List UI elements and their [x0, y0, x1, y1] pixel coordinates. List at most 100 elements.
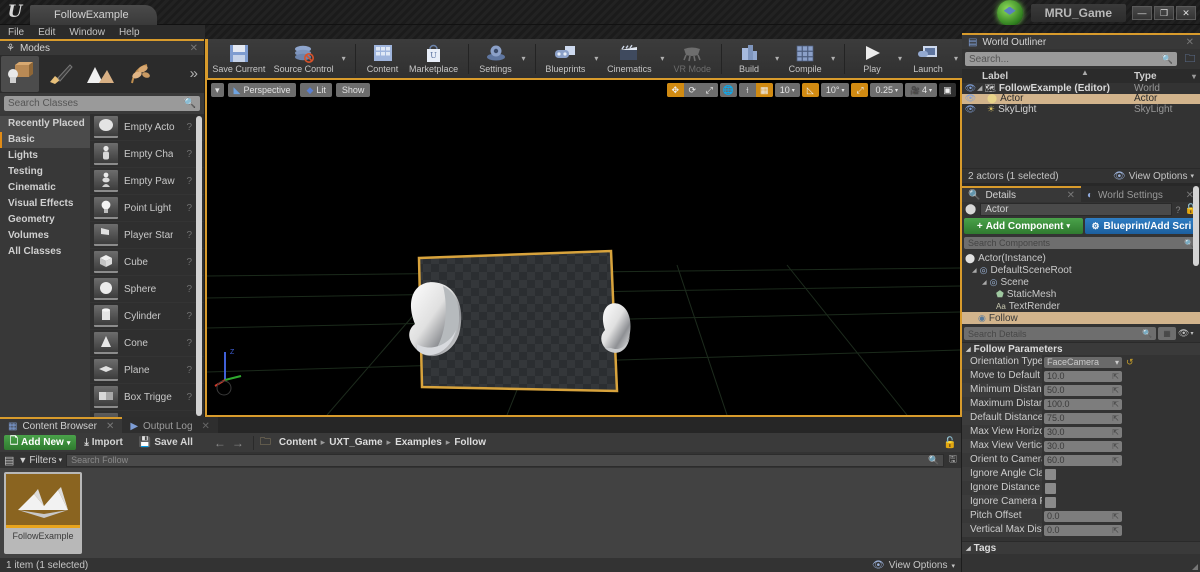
component-row-text-render[interactable]: Aa TextRender	[962, 300, 1200, 312]
world-outliner-tab[interactable]: ▤ World Outliner ✕	[962, 33, 1200, 49]
paint-mode-icon[interactable]	[41, 56, 79, 92]
translate-tool-icon[interactable]: ✥	[667, 83, 684, 97]
help-icon[interactable]: ?	[186, 284, 192, 295]
help-icon[interactable]: ?	[186, 311, 192, 322]
expander-icon[interactable]: ◢	[982, 279, 987, 286]
menu-item-window[interactable]: Window	[69, 27, 105, 38]
category-visual-effects[interactable]: Visual Effects	[0, 196, 90, 212]
category-cinematic[interactable]: Cinematic	[0, 180, 90, 196]
blueprints-button[interactable]: Blueprints	[540, 39, 590, 78]
list-item[interactable]: Cube ?	[90, 249, 204, 276]
component-row-static-mesh[interactable]: ⬟ StaticMesh	[962, 288, 1200, 300]
spinner-icon[interactable]: ⇱	[1112, 399, 1119, 410]
help-icon[interactable]: ?	[186, 257, 192, 268]
close-icon[interactable]: ✕	[1186, 37, 1194, 48]
spinner-icon[interactable]: ⇱	[1112, 427, 1119, 438]
list-item[interactable]: Sphere ?	[90, 276, 204, 303]
menu-item-edit[interactable]: Edit	[38, 27, 55, 38]
breadcrumb-examples[interactable]: Examples	[391, 437, 446, 448]
help-icon[interactable]: ?	[186, 176, 192, 187]
save-current-button[interactable]: Save Current	[208, 39, 270, 78]
help-icon[interactable]: ?	[186, 365, 192, 376]
outliner-row-actor[interactable]: 👁 ⬤ Actor Actor	[962, 94, 1200, 105]
rotate-tool-icon[interactable]: ⟳	[684, 83, 701, 97]
details-scrollbar[interactable]	[1193, 186, 1199, 266]
asset-tile-followexample[interactable]: FollowExample	[4, 472, 82, 554]
close-icon[interactable]: ✕	[202, 421, 210, 432]
category-testing[interactable]: Testing	[0, 164, 90, 180]
details-view-options[interactable]: 👁 ▾	[1178, 328, 1198, 339]
angle-snap-value[interactable]: 10° ▾	[821, 83, 850, 97]
list-item[interactable]: Box Trigge ?	[90, 384, 204, 411]
menu-item-file[interactable]: File	[8, 27, 24, 38]
spinner-icon[interactable]: ⇱	[1112, 455, 1119, 466]
outliner-column-label[interactable]: Label	[982, 71, 1008, 82]
spinner-icon[interactable]: ⇱	[1112, 385, 1119, 396]
play-button[interactable]: Play	[850, 39, 894, 78]
category-lights[interactable]: Lights	[0, 148, 90, 164]
back-button[interactable]: ←	[211, 436, 229, 450]
scale-snap-icon[interactable]: ⤢	[851, 83, 868, 97]
minimize-button[interactable]: —	[1132, 6, 1152, 20]
category-basic[interactable]: Basic	[0, 132, 90, 148]
list-item[interactable]: Player Star ?	[90, 222, 204, 249]
outliner-view-options[interactable]: 👁 View Options ▾	[1113, 171, 1194, 182]
max-view-vertical-input[interactable]: 30.0 ⇱	[1044, 441, 1122, 452]
max-view-horizontal-input[interactable]: 30.0 ⇱	[1044, 427, 1122, 438]
expander-icon[interactable]: ◢	[977, 84, 982, 92]
breadcrumb-content[interactable]: Content	[275, 437, 321, 448]
blueprint-add-script-button[interactable]: ⚙ Blueprint/Add Scri	[1085, 218, 1198, 234]
scale-snap-value[interactable]: 0.25 ▾	[870, 83, 903, 97]
visibility-eye-icon[interactable]: 👁	[964, 83, 977, 94]
outliner-column-type[interactable]: Type	[1134, 71, 1157, 82]
tab-details[interactable]: 🔍 Details ✕	[962, 186, 1081, 202]
grid-view-icon[interactable]: ▦	[1158, 327, 1176, 340]
tags-section-header[interactable]: ◢ Tags	[962, 541, 1200, 554]
add-component-button[interactable]: + Add Component ▾	[964, 218, 1083, 234]
move-to-default-distance-input[interactable]: 10.0 ⇱	[1044, 371, 1122, 382]
help-icon[interactable]: ?	[1176, 205, 1181, 215]
foliage-mode-icon[interactable]	[121, 56, 159, 92]
spinner-icon[interactable]: ⇱	[1112, 371, 1119, 382]
outliner-row-skylight[interactable]: 👁 ☀ SkyLight SkyLight	[962, 104, 1200, 115]
compile-button[interactable]: Compile	[783, 39, 827, 78]
minimum-distance-input[interactable]: 50.0 ⇱	[1044, 385, 1122, 396]
close-icon[interactable]: ✕	[190, 43, 198, 54]
category-volumes[interactable]: Volumes	[0, 228, 90, 244]
filters-button[interactable]: ▼ Filters ▾	[18, 455, 62, 466]
category-geometry[interactable]: Geometry	[0, 212, 90, 228]
breadcrumb-uxt-game[interactable]: UXT_Game	[325, 437, 386, 448]
help-icon[interactable]: ?	[186, 149, 192, 160]
list-item[interactable]: Empty Acto ?	[90, 114, 204, 141]
placeable-items-scrollbar[interactable]	[196, 116, 202, 416]
outliner-row-world[interactable]: 👁 ◢ 🗺 FollowExample (Editor) World	[962, 83, 1200, 94]
reset-to-default-icon[interactable]: ↺	[1126, 357, 1134, 368]
list-item[interactable]: Cone ?	[90, 330, 204, 357]
vertical-max-distance-input[interactable]: 0.0 ⇱	[1044, 525, 1122, 536]
maximize-button[interactable]: ❐	[1154, 6, 1174, 20]
spinner-icon[interactable]: ⇱	[1112, 525, 1119, 536]
expand-modes-icon[interactable]: »	[190, 65, 198, 82]
list-item[interactable]: Empty Paw ?	[90, 168, 204, 195]
launch-dropdown-icon[interactable]: ▾	[950, 54, 962, 63]
angle-snap-icon[interactable]: ◺	[802, 83, 819, 97]
list-item[interactable]: Plane ?	[90, 357, 204, 384]
list-item[interactable]: Empty Cha ?	[90, 141, 204, 168]
source-control-button[interactable]: Source Control	[270, 39, 338, 78]
viewport-options-menu[interactable]: ▾	[211, 83, 224, 97]
help-icon[interactable]: ?	[186, 392, 192, 403]
content-search-input[interactable]: Search Follow 🔍	[66, 454, 944, 467]
visibility-eye-icon[interactable]: 👁	[964, 93, 977, 104]
grid-snap-icon[interactable]: ▦	[756, 83, 773, 97]
show-flags-button[interactable]: Show	[336, 83, 371, 97]
details-search-input[interactable]: Search Details 🔍	[964, 327, 1156, 340]
maximize-viewport-icon[interactable]: ▣	[939, 83, 956, 97]
help-icon[interactable]: ?	[186, 230, 192, 241]
component-row-scene[interactable]: ◢ ◎ Scene	[962, 276, 1200, 288]
spinner-icon[interactable]: ⇱	[1112, 441, 1119, 452]
close-icon[interactable]: ✕	[106, 421, 114, 432]
default-distance-input[interactable]: 75.0 ⇱	[1044, 413, 1122, 424]
vr-mode-button[interactable]: VR Mode	[668, 39, 716, 78]
lock-icon[interactable]: 🔓	[943, 436, 957, 449]
cinematics-button[interactable]: Cinematics	[602, 39, 656, 78]
